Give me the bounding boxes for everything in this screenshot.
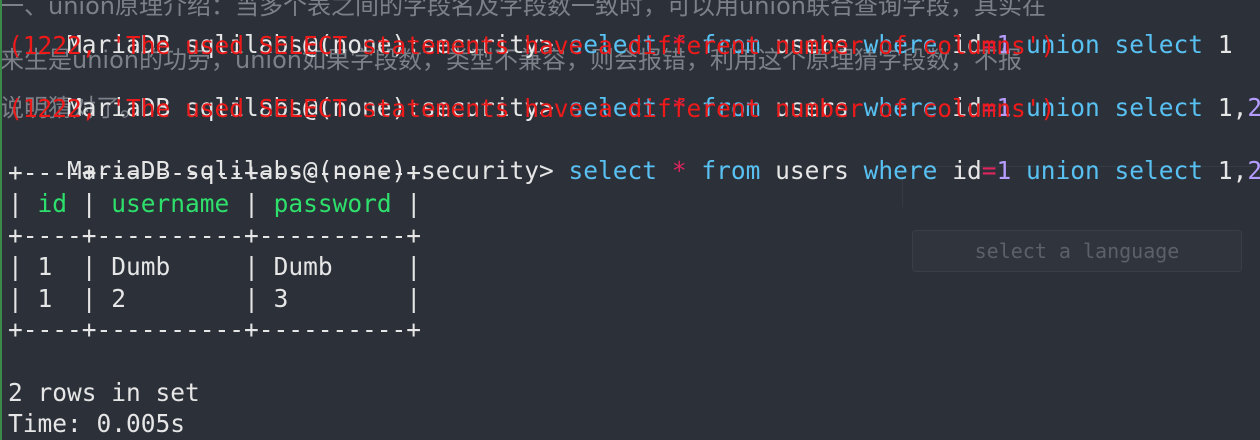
sql-keyword: union [1026, 156, 1100, 185]
sql-keyword: select [1114, 93, 1204, 122]
sql-keyword: select [1114, 156, 1204, 185]
table-border: +----+----------+----------+ [8, 158, 422, 187]
table-cell: 2 [111, 284, 127, 313]
sql-keyword: select [1114, 30, 1204, 59]
sql-field: id [952, 156, 982, 185]
error-message: (1222, 'The used SELECT statements have … [8, 94, 1056, 123]
table-row: | 1 | Dumb | Dumb | [8, 252, 422, 281]
command-line: MariaDB sqlilabs@(none):security> select… [8, 63, 1260, 122]
sql-keyword: where [863, 156, 938, 185]
sql-column: 1 [1217, 156, 1233, 185]
sql-column: 2 [1247, 93, 1260, 122]
sql-column: 2 [1247, 156, 1260, 185]
table-row: | 1 | 2 | 3 | [8, 284, 422, 313]
table-header-row: | id | username | password | [8, 189, 422, 218]
table-cell: 3 [273, 284, 289, 313]
terminal-window[interactable]: 一、union原理介绍：当多个表之间的字段名及字段数一致时，可以用union联合… [0, 0, 1260, 440]
sql-keyword: from [701, 156, 761, 185]
sql-keyword: select [568, 156, 658, 185]
language-selector-label: select a language [974, 239, 1180, 263]
table-cell: Dumb [111, 252, 171, 281]
language-selector[interactable]: select a language [912, 230, 1242, 272]
column-header: password [273, 189, 392, 218]
table-cell: 1 [37, 252, 53, 281]
query-time: Time: 0.005s [8, 409, 186, 438]
table-border: +----+----------+----------+ [8, 315, 422, 344]
error-message: (1222, 'The used SELECT statements have … [8, 31, 1056, 60]
sql-number: 1 [996, 156, 1012, 185]
command-line: MariaDB sqlilabs@(none):security> select… [8, 126, 1260, 185]
table-cell: Dumb [273, 252, 333, 281]
command-line: MariaDB sqlilabs@(none):security> select… [8, 0, 1233, 59]
column-header: username [111, 189, 230, 218]
sql-table: users [775, 156, 849, 185]
sql-column: 1 [1217, 93, 1233, 122]
rows-summary: 2 rows in set [8, 378, 200, 407]
sql-column: 1 [1217, 30, 1233, 59]
table-cell: 1 [37, 284, 53, 313]
table-border: +----+----------+----------+ [8, 221, 422, 250]
sql-wildcard: * [671, 156, 687, 185]
column-header: id [37, 189, 68, 218]
sql-operator: = [981, 156, 997, 185]
terminal-left-border [0, 0, 2, 440]
